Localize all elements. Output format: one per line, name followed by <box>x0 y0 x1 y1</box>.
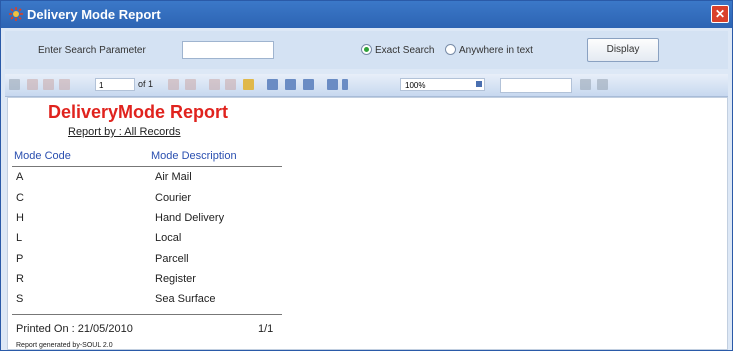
table-row: C Courier <box>12 189 282 209</box>
report-filter: Report by : All Records <box>68 126 181 138</box>
table-row: L Local <box>12 229 282 249</box>
row-description: Hand Delivery <box>155 212 225 224</box>
column-header-code: Mode Code <box>14 150 71 162</box>
last-page-icon[interactable] <box>185 79 196 90</box>
app-icon <box>9 7 23 21</box>
row-description: Parcell <box>155 253 189 265</box>
report-viewer: DeliveryMode Report Report by : All Reco… <box>7 97 728 350</box>
title-bar: Delivery Mode Report ✕ <box>1 1 732 28</box>
row-code: C <box>16 192 24 204</box>
page-number-input[interactable]: 1 <box>95 78 135 91</box>
first-page-icon[interactable] <box>27 79 38 90</box>
table-row: H Hand Delivery <box>12 209 282 229</box>
anywhere-in-text-label: Anywhere in text <box>459 45 533 56</box>
page-setup-icon[interactable] <box>303 79 314 90</box>
display-button[interactable]: Display <box>587 38 659 62</box>
next-page-icon[interactable] <box>168 79 179 90</box>
print-layout-icon[interactable] <box>285 79 296 90</box>
find-icon[interactable] <box>580 79 591 90</box>
printed-on-date: Printed On : 21/05/2010 <box>16 323 133 335</box>
window-title: Delivery Mode Report <box>27 7 161 22</box>
previous-page-icon[interactable] <box>43 79 54 90</box>
row-description: Sea Surface <box>155 293 216 305</box>
close-icon: ✕ <box>714 7 726 21</box>
report-generator: Report generated by-SOUL 2.0 <box>16 342 113 349</box>
chevron-down-icon <box>476 81 482 87</box>
exact-search-radio[interactable]: Exact Search <box>361 44 434 56</box>
row-description: Courier <box>155 192 192 204</box>
zoom-value: 100% <box>405 81 426 90</box>
search-label: Enter Search Parameter <box>38 45 146 56</box>
row-code: S <box>16 293 24 305</box>
row-description: Local <box>155 232 182 244</box>
refresh-icon[interactable] <box>243 79 254 90</box>
find-next-icon[interactable] <box>597 79 608 90</box>
header-divider <box>12 166 282 167</box>
row-code: R <box>16 273 24 285</box>
table-row: S Sea Surface <box>12 290 282 310</box>
table-row: R Register <box>12 270 282 290</box>
row-description: Air Mail <box>155 171 192 183</box>
radio-selected-icon <box>361 44 372 55</box>
report-window: Delivery Mode Report ✕ Enter Search Para… <box>0 0 733 351</box>
table-row: A Air Mail <box>12 168 282 188</box>
row-code: H <box>16 212 24 224</box>
anywhere-in-text-radio[interactable]: Anywhere in text <box>445 44 533 56</box>
table-row: P Parcell <box>12 250 282 270</box>
stop-icon[interactable] <box>225 79 236 90</box>
page-nav-icon[interactable] <box>59 79 70 90</box>
row-code: L <box>16 232 23 244</box>
column-header-description: Mode Description <box>151 150 237 162</box>
radio-unselected-icon <box>445 44 456 55</box>
toolbar-grip-icon <box>9 79 20 90</box>
close-button[interactable]: ✕ <box>711 5 729 23</box>
save-dropdown-icon[interactable] <box>342 79 348 90</box>
save-icon[interactable] <box>327 79 338 90</box>
row-code: P <box>16 253 24 265</box>
exact-search-label: Exact Search <box>375 45 435 56</box>
report-title: DeliveryMode Report <box>48 102 229 122</box>
search-panel: Enter Search Parameter Exact Search Anyw… <box>5 31 728 69</box>
print-icon[interactable] <box>267 79 278 90</box>
find-input[interactable] <box>500 78 572 93</box>
footer-divider <box>12 314 282 315</box>
page-count: 1/1 <box>258 323 274 335</box>
row-description: Register <box>155 273 196 285</box>
row-code: A <box>16 171 24 183</box>
search-input[interactable] <box>182 41 274 59</box>
back-icon[interactable] <box>209 79 220 90</box>
page-of-label: of 1 <box>138 79 154 89</box>
zoom-select[interactable]: 100% <box>400 78 485 91</box>
report-toolbar: 1 of 1 100% <box>5 74 728 97</box>
